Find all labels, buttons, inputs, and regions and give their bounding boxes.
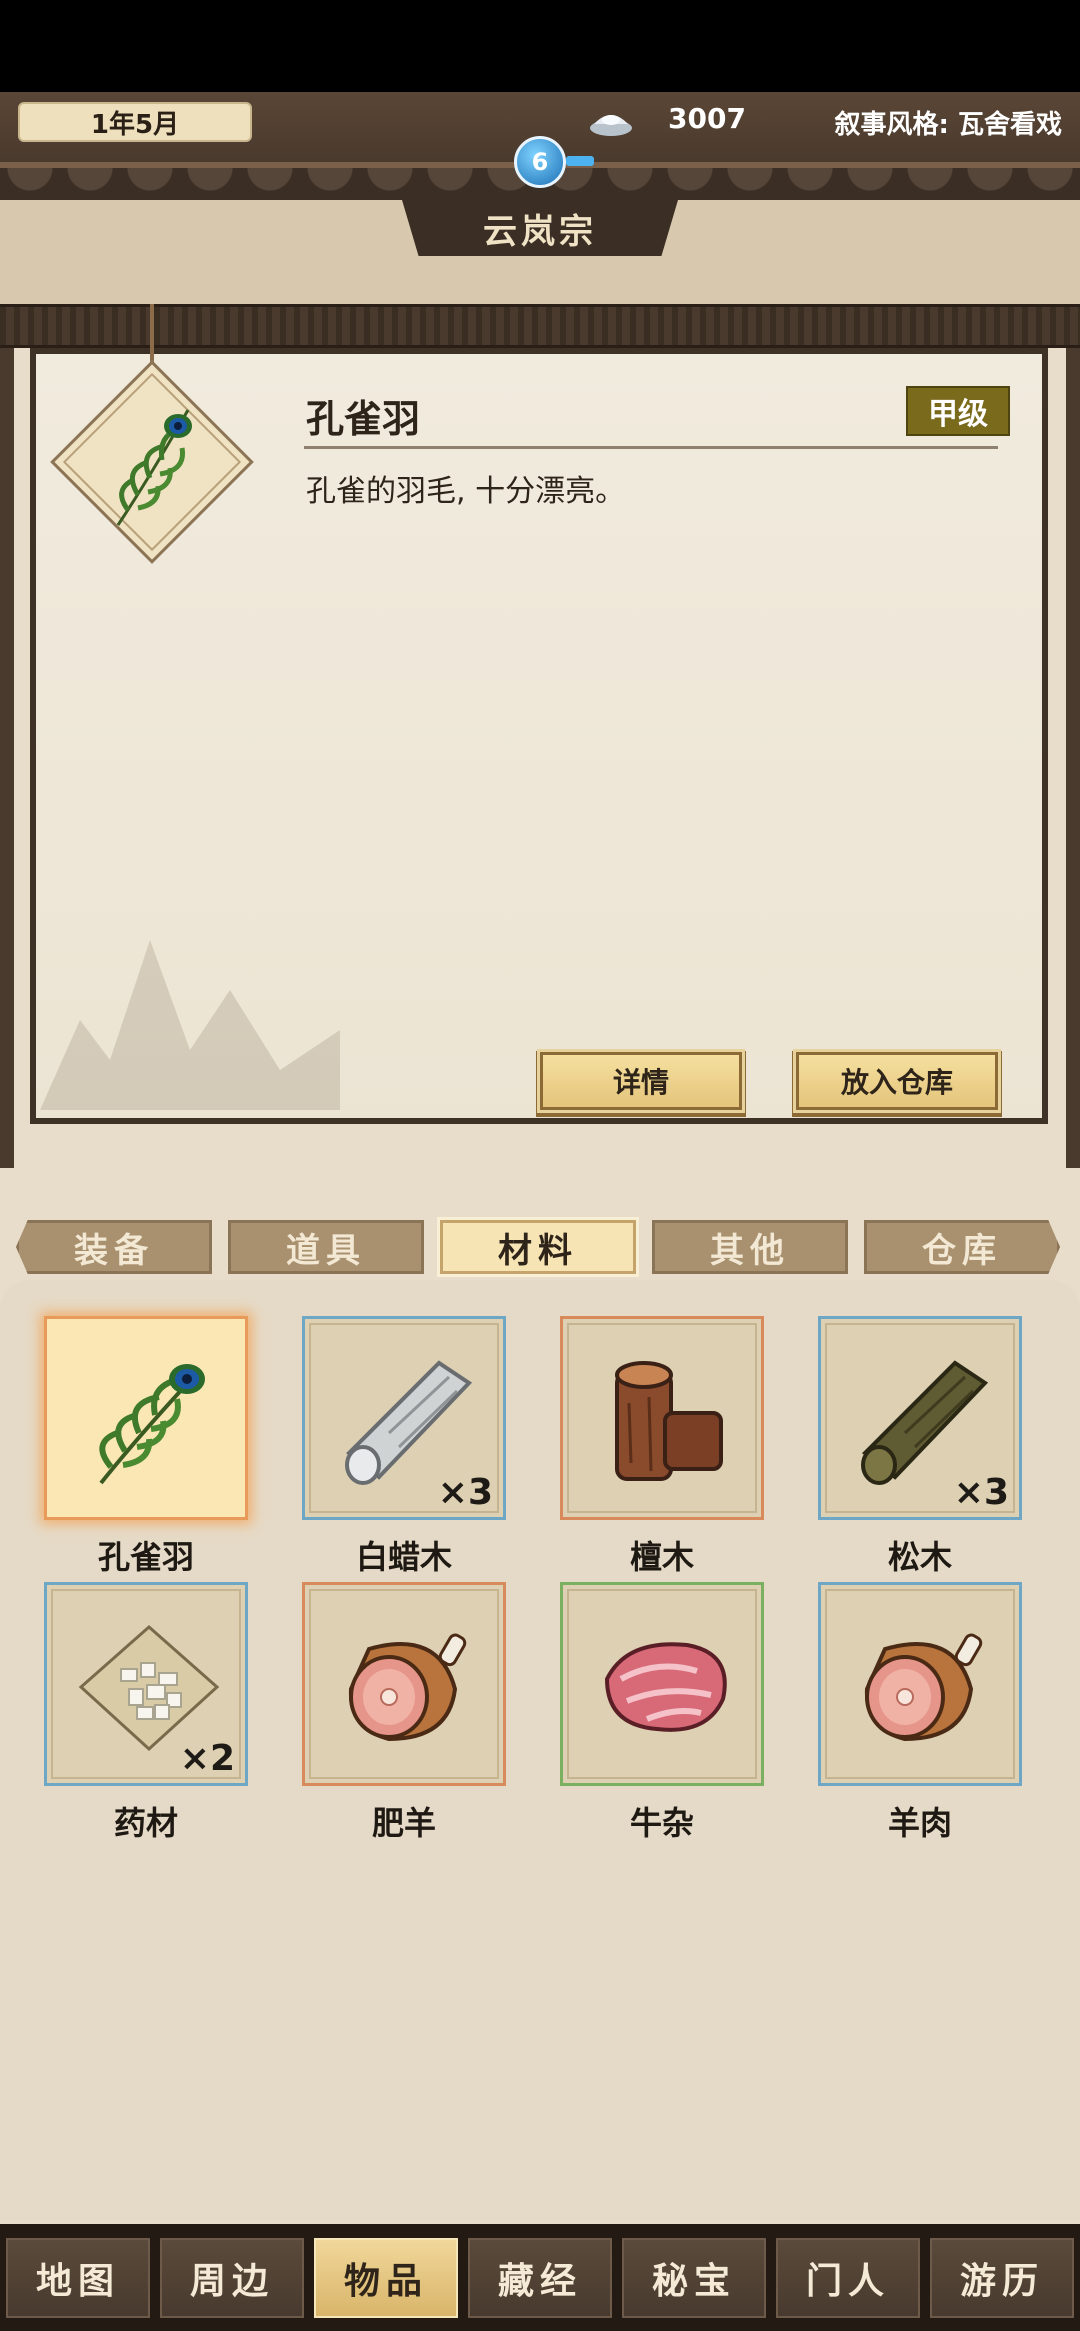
status-bar	[0, 0, 1080, 92]
nav-items[interactable]: 物品	[314, 2238, 458, 2318]
category-tabs: 装备 道具 材料 其他 仓库	[16, 1220, 1066, 1274]
tab-equipment[interactable]: 装备	[16, 1220, 212, 1274]
item-name: 孔雀羽	[306, 397, 421, 441]
nav-surroundings[interactable]: 周边	[160, 2238, 304, 2318]
nav-map[interactable]: 地图	[6, 2238, 150, 2318]
item-label: 肥羊	[371, 1804, 436, 1842]
nav-travel[interactable]: 游历	[930, 2238, 1074, 2318]
item-quantity: ×3	[437, 1472, 493, 1513]
landscape-decoration	[40, 940, 340, 1110]
silver-ingot-icon	[590, 115, 632, 136]
peacock-feather-icon	[116, 409, 192, 526]
store-in-warehouse-button[interactable]: 放入仓库	[796, 1052, 998, 1110]
item-quantity: ×2	[179, 1738, 235, 1779]
item-description: 孔雀的羽毛, 十分漂亮。	[306, 474, 626, 509]
item-label: 牛杂	[629, 1804, 694, 1842]
level-progress	[566, 156, 594, 166]
wooden-beam	[0, 304, 1080, 348]
silver-count: 3007	[668, 102, 746, 135]
item-label: 檀木	[629, 1538, 694, 1576]
item-label: 药材	[113, 1804, 178, 1842]
date-display: 1年5月	[18, 102, 252, 142]
item-label: 孔雀羽	[97, 1538, 194, 1576]
tab-warehouse[interactable]: 仓库	[864, 1220, 1060, 1274]
frame-post-left	[0, 348, 14, 1168]
sandalwood-icon	[615, 1361, 723, 1481]
inventory-slot-herb[interactable]: ×2	[44, 1582, 248, 1786]
divider	[304, 446, 998, 449]
nav-scriptures[interactable]: 藏经	[468, 2238, 612, 2318]
narrative-style-label[interactable]: 叙事风格: 瓦舍看戏	[835, 104, 1062, 141]
inventory-slot-mutton[interactable]	[818, 1582, 1022, 1786]
tab-props[interactable]: 道具	[228, 1220, 424, 1274]
inventory-slot-fat-lamb[interactable]	[302, 1582, 506, 1786]
ham-icon	[864, 1633, 983, 1742]
level-badge[interactable]: 6	[514, 136, 566, 188]
inventory-slot-pine-wood[interactable]: ×3	[818, 1316, 1022, 1520]
raw-meat-icon	[604, 1642, 727, 1732]
tab-materials[interactable]: 材料	[440, 1220, 636, 1274]
ham-icon	[348, 1633, 467, 1742]
peacock-feather-icon	[99, 1364, 205, 1485]
sect-name-plaque: 云岚宗	[402, 200, 678, 256]
details-button[interactable]: 详情	[540, 1052, 742, 1110]
item-label: 白蜡木	[355, 1538, 452, 1576]
nav-disciples[interactable]: 门人	[776, 2238, 920, 2318]
nav-treasures[interactable]: 秘宝	[622, 2238, 766, 2318]
inventory-slot-beef-offal[interactable]	[560, 1582, 764, 1786]
frame-post-right	[1066, 348, 1080, 1168]
inventory-slot-white-wood[interactable]: ×3	[302, 1316, 506, 1520]
tab-other[interactable]: 其他	[652, 1220, 848, 1274]
inventory-slot-sandalwood[interactable]	[560, 1316, 764, 1520]
inventory-slot-peacock-feather[interactable]	[44, 1316, 248, 1520]
grade-badge: 甲级	[906, 386, 1010, 436]
bottom-navigation: 地图 周边 物品 藏经 秘宝 门人 游历	[0, 2224, 1080, 2331]
item-label: 松木	[887, 1538, 952, 1576]
item-quantity: ×3	[953, 1472, 1009, 1513]
item-label: 羊肉	[887, 1804, 952, 1842]
